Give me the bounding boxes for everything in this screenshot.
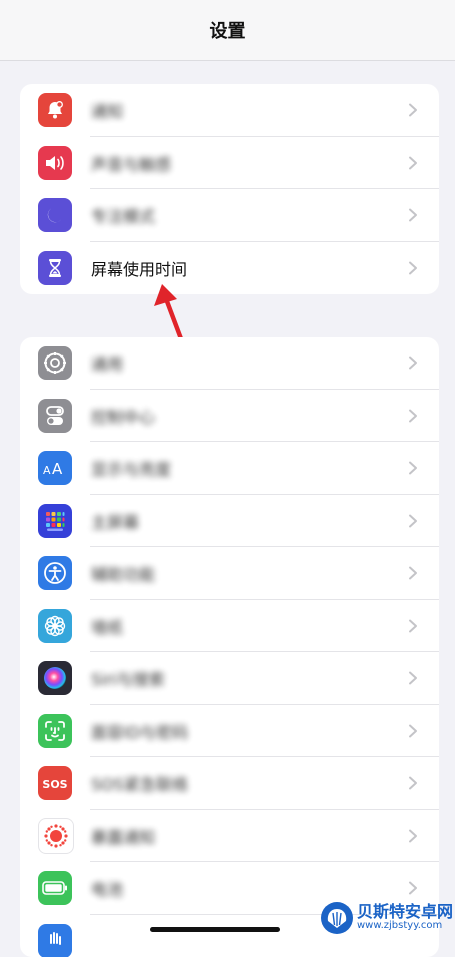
settings-row-label: 暴露通知 — [91, 824, 155, 848]
chevron-right-icon — [407, 619, 419, 633]
chevron-right-icon — [407, 776, 419, 790]
toggles-icon — [38, 399, 72, 433]
settings-group-1: 通知 声音与触感 专注模式 屏幕使用时间 — [20, 84, 439, 294]
face-id-icon — [38, 714, 72, 748]
settings-row-accessibility[interactable]: 辅助功能 — [20, 547, 439, 600]
chevron-right-icon — [407, 881, 419, 895]
privacy-hand-icon — [38, 924, 72, 957]
flower-icon — [38, 609, 72, 643]
hourglass-icon — [38, 251, 72, 285]
sos-icon: SOS — [38, 766, 72, 800]
settings-row-face-id[interactable]: 面容ID与密码 — [20, 705, 439, 758]
bell-icon — [38, 93, 72, 127]
exposure-icon — [38, 818, 74, 854]
settings-row-label: 屏幕使用时间 — [91, 256, 187, 280]
settings-row-screen-time[interactable]: 屏幕使用时间 — [20, 242, 439, 295]
chevron-right-icon — [407, 566, 419, 580]
chevron-right-icon — [407, 461, 419, 475]
watermark-title: 贝斯特安卓网 — [357, 904, 453, 921]
chevron-right-icon — [407, 356, 419, 370]
settings-row-label: 墙纸 — [91, 614, 123, 638]
watermark-url: www.zjbstyy.com — [357, 921, 453, 932]
settings-row-exposure[interactable]: 暴露通知 — [20, 810, 439, 863]
chevron-right-icon — [407, 671, 419, 685]
svg-text:A: A — [43, 464, 51, 477]
page-title: 设置 — [210, 17, 246, 43]
settings-row-label: 辅助功能 — [91, 561, 155, 585]
settings-row-sos[interactable]: SOS SOS紧急联络 — [20, 757, 439, 810]
settings-row-label: SOS紧急联络 — [91, 771, 188, 795]
text-size-icon: AA — [38, 451, 72, 485]
svg-text:A: A — [52, 460, 63, 478]
svg-text:SOS: SOS — [42, 778, 67, 791]
watermark: 贝斯特安卓网 www.zjbstyy.com — [320, 901, 453, 935]
settings-row-notifications[interactable]: 通知 — [20, 84, 439, 137]
settings-row-label: Siri与搜索 — [91, 666, 165, 690]
speaker-icon — [38, 146, 72, 180]
settings-row-home-screen[interactable]: 主屏幕 — [20, 495, 439, 548]
gear-icon — [38, 346, 72, 380]
settings-row-wallpaper[interactable]: 墙纸 — [20, 600, 439, 653]
settings-row-general[interactable]: 通用 — [20, 337, 439, 390]
settings-row-label: 面容ID与密码 — [91, 719, 188, 743]
settings-row-label: 控制中心 — [91, 404, 155, 428]
siri-icon — [38, 661, 72, 695]
chevron-right-icon — [407, 208, 419, 222]
chevron-right-icon — [407, 514, 419, 528]
chevron-right-icon — [407, 261, 419, 275]
settings-row-label: 专注模式 — [91, 203, 155, 227]
shell-logo-icon — [320, 901, 354, 935]
battery-icon — [38, 871, 72, 905]
settings-group-2: 通用 控制中心 AA 显示与亮度 主屏幕 — [20, 337, 439, 957]
chevron-right-icon — [407, 103, 419, 117]
chevron-right-icon — [407, 724, 419, 738]
nav-bar: 设置 — [0, 0, 455, 61]
chevron-right-icon — [407, 829, 419, 843]
accessibility-icon — [38, 556, 72, 590]
settings-row-label: 显示与亮度 — [91, 456, 171, 480]
settings-row-label: 通知 — [91, 98, 123, 122]
settings-row-display[interactable]: AA 显示与亮度 — [20, 442, 439, 495]
settings-row-focus[interactable]: 专注模式 — [20, 189, 439, 242]
settings-row-sounds[interactable]: 声音与触感 — [20, 137, 439, 190]
settings-row-label: 通用 — [91, 351, 123, 375]
chevron-right-icon — [407, 156, 419, 170]
settings-row-label: 主屏幕 — [91, 509, 139, 533]
home-grid-icon — [38, 504, 72, 538]
moon-icon — [38, 198, 72, 232]
settings-row-control-center[interactable]: 控制中心 — [20, 390, 439, 443]
settings-row-label: 声音与触感 — [91, 151, 171, 175]
chevron-right-icon — [407, 409, 419, 423]
settings-row-label: 电池 — [91, 876, 123, 900]
home-indicator[interactable] — [150, 927, 280, 932]
settings-row-siri[interactable]: Siri与搜索 — [20, 652, 439, 705]
